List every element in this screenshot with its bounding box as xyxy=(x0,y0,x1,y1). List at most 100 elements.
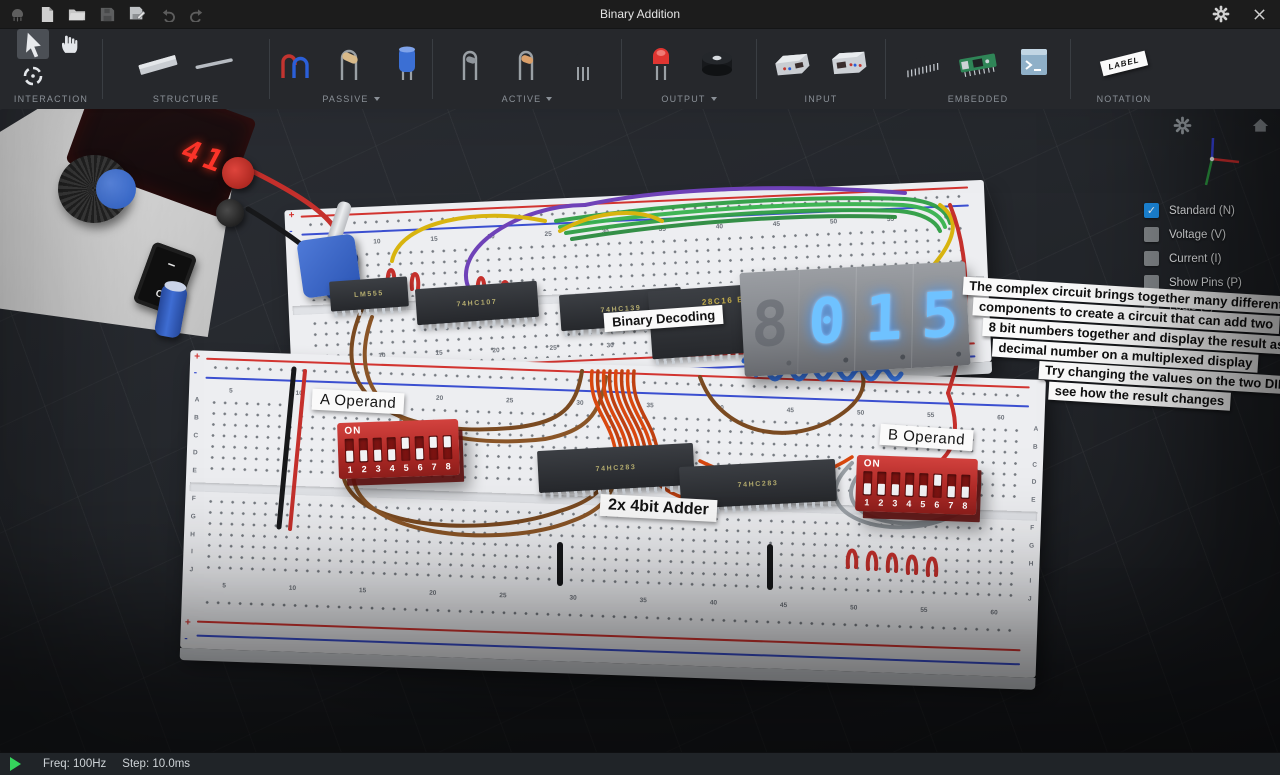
dip-knob[interactable] xyxy=(346,451,353,462)
microcontroller-tool[interactable] xyxy=(956,40,1000,86)
dip-number: 2 xyxy=(360,464,369,474)
signal-diode-tool[interactable] xyxy=(505,40,549,86)
dip-number: 7 xyxy=(429,462,438,472)
dip-switch-lever[interactable] xyxy=(863,471,873,495)
dip-knob[interactable] xyxy=(864,483,871,494)
adder-chip-1[interactable]: 74HC283 xyxy=(537,443,695,493)
axis-x xyxy=(1212,159,1239,162)
psu-negative-terminal[interactable] xyxy=(216,199,244,227)
dip-knob[interactable] xyxy=(388,449,395,460)
psu-knob[interactable] xyxy=(58,155,130,223)
dip-number: 2 xyxy=(876,498,885,508)
seg-digit: 8 xyxy=(741,270,799,377)
label-tool[interactable]: LABEL xyxy=(1102,40,1146,86)
select-tool[interactable] xyxy=(17,29,49,59)
dip-switch-lever[interactable] xyxy=(891,472,901,496)
jumper-wire-tool[interactable] xyxy=(273,40,317,86)
dip-knob[interactable] xyxy=(920,485,927,496)
dip-switch-lever[interactable] xyxy=(359,438,369,462)
label-tool-text: LABEL xyxy=(1100,50,1148,76)
group-label-active[interactable]: ACTIVE xyxy=(502,94,553,104)
new-file-button[interactable] xyxy=(38,5,56,23)
checkbox-icon[interactable]: ✓ xyxy=(1144,203,1159,218)
seven-segment-display[interactable]: 8015 xyxy=(739,261,970,377)
axis-gizmo[interactable] xyxy=(1184,131,1244,194)
dip-knob[interactable] xyxy=(416,448,423,459)
dip-switch-lever[interactable] xyxy=(905,473,915,497)
capacitor-tool[interactable] xyxy=(385,40,429,86)
dip-switch-lever[interactable] xyxy=(429,436,439,460)
transistor-tool[interactable] xyxy=(561,40,605,86)
dip-switch-lever[interactable] xyxy=(877,472,887,496)
led-tool[interactable] xyxy=(639,40,683,86)
terminal-tool[interactable] xyxy=(1012,40,1056,86)
view-option[interactable]: ✓ Standard (N) xyxy=(1144,203,1266,218)
dip-knob[interactable] xyxy=(444,436,451,447)
bench-supply-tool[interactable] xyxy=(827,40,871,86)
view-option[interactable]: Voltage (V) xyxy=(1144,227,1266,242)
dip-knob[interactable] xyxy=(360,450,367,461)
view-option[interactable]: Current (I) xyxy=(1144,251,1266,266)
dip-switch-lever[interactable] xyxy=(415,436,425,460)
scene-viewport[interactable]: 41 I O + - 51015202530354045505560 51015… xyxy=(0,109,1280,752)
checkbox-icon[interactable] xyxy=(1144,227,1159,242)
open-folder-button[interactable] xyxy=(68,5,86,23)
dip-switch-lever[interactable] xyxy=(443,435,453,459)
dip-switch-lever[interactable] xyxy=(933,474,943,498)
settings-gear-icon[interactable] xyxy=(1212,5,1230,23)
dip-knob[interactable] xyxy=(430,437,437,448)
dip-switch-lever[interactable] xyxy=(387,437,397,461)
chip-text: LM555 xyxy=(354,289,384,298)
sim-frequency: Freq: 100Hz xyxy=(43,758,106,770)
dip-switch-lever[interactable] xyxy=(961,475,971,499)
view-option-label: Standard (N) xyxy=(1169,205,1235,217)
group-label-notation: NOTATION xyxy=(1097,94,1152,104)
dip-knob[interactable] xyxy=(934,475,941,486)
power-supply-tool[interactable] xyxy=(771,40,815,86)
dip-switch-lever[interactable] xyxy=(373,438,383,462)
redo-icon[interactable] xyxy=(188,5,206,23)
save-as-button[interactable] xyxy=(128,5,146,23)
psu-positive-terminal[interactable] xyxy=(222,157,254,189)
dip-switch-lever[interactable] xyxy=(345,439,355,463)
breadboard-tool[interactable] xyxy=(136,40,180,86)
status-bar: Freq: 100Hz Step: 10.0ms xyxy=(0,752,1280,775)
play-button[interactable] xyxy=(10,757,21,771)
dip-number: 8 xyxy=(960,501,969,511)
hand-tool[interactable] xyxy=(53,29,85,59)
dip-knob[interactable] xyxy=(948,486,955,497)
dip-switch-lever[interactable] xyxy=(947,474,957,498)
dip-knob[interactable] xyxy=(402,438,409,449)
axis-z xyxy=(1212,138,1213,159)
group-label-passive[interactable]: PASSIVE xyxy=(322,94,379,104)
checkbox-icon[interactable] xyxy=(1144,251,1159,266)
undo-icon[interactable] xyxy=(158,5,176,23)
save-button[interactable] xyxy=(98,5,116,23)
dip-switch-lever[interactable] xyxy=(919,473,929,497)
group-label-output[interactable]: OUTPUT xyxy=(661,94,716,104)
orbit-tool[interactable] xyxy=(17,61,49,91)
dip-knob[interactable] xyxy=(878,484,885,495)
rod-tool[interactable] xyxy=(192,40,236,86)
view-option[interactable]: Show Pins (P) xyxy=(1144,275,1266,290)
ic-chip-tool[interactable] xyxy=(900,40,944,86)
diode-tool[interactable] xyxy=(449,40,493,86)
dip-number: 3 xyxy=(890,498,899,508)
dip-switch-a[interactable]: ON12345678 xyxy=(337,419,460,479)
dip-switch-lever[interactable] xyxy=(401,437,411,461)
wire-green-bundle[interactable] xyxy=(556,198,950,239)
chip-text: 74HC283 xyxy=(595,463,636,472)
dip-number: 6 xyxy=(932,500,941,510)
close-icon[interactable] xyxy=(1250,5,1268,23)
buzzer-tool[interactable] xyxy=(695,40,739,86)
resistor-tool[interactable] xyxy=(329,40,373,86)
flipflop-chip[interactable]: 74HC107 xyxy=(415,281,539,325)
home-view-icon[interactable] xyxy=(1251,116,1270,139)
dip-knob[interactable] xyxy=(962,487,969,498)
timer-chip[interactable]: LM555 xyxy=(329,276,409,311)
chip-text: 74HC283 xyxy=(737,479,778,488)
dip-knob[interactable] xyxy=(892,484,899,495)
dip-knob[interactable] xyxy=(374,450,381,461)
dip-switch-b[interactable]: ON12345678 xyxy=(855,455,978,515)
dip-knob[interactable] xyxy=(906,485,913,496)
